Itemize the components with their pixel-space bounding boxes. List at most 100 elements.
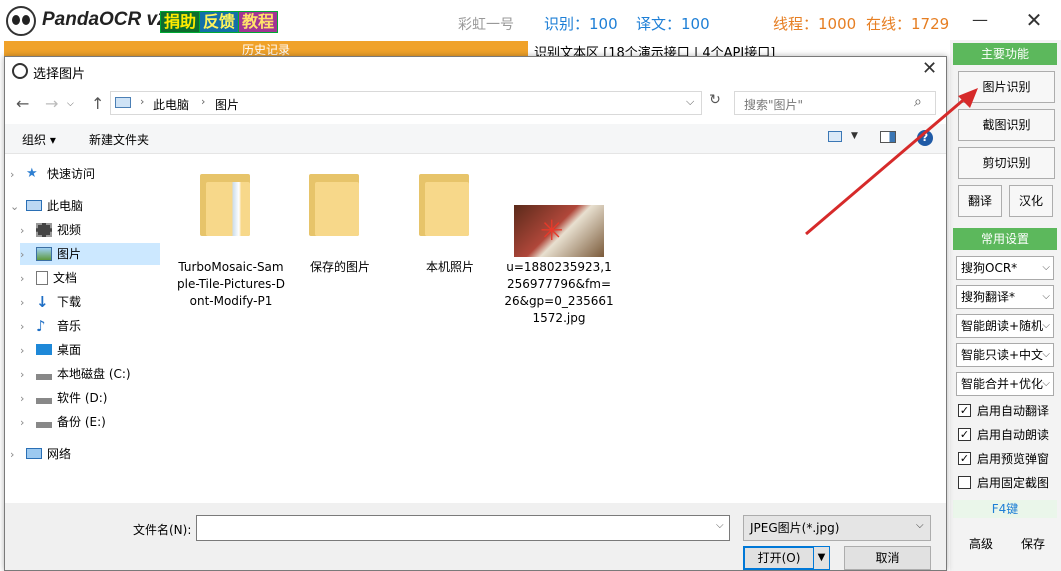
expand-chevron-icon[interactable]: › xyxy=(10,444,24,466)
chevron-down-icon: ⌵ xyxy=(1042,378,1050,389)
auto-translate-checkbox[interactable]: ✓ 启用自动翻译 xyxy=(958,402,1049,420)
expand-chevron-icon[interactable]: › xyxy=(20,340,34,362)
breadcrumb-pictures[interactable]: 图片 xyxy=(215,96,239,113)
filename-input[interactable] xyxy=(196,515,730,541)
help-icon[interactable]: ? xyxy=(917,130,933,146)
breadcrumb-chevron-icon[interactable]: › xyxy=(140,95,144,108)
filename-dropdown-icon[interactable]: ⌵ xyxy=(716,520,724,531)
fixed-screenshot-checkbox[interactable]: 启用固定截图 xyxy=(958,474,1049,492)
nav-music[interactable]: › ♪ 音乐 xyxy=(20,315,168,337)
nav-desktop[interactable]: › 桌面 xyxy=(20,339,168,361)
nav-drive-d[interactable]: › 软件 (D:) xyxy=(20,387,168,409)
thread-count: 线程：1000 xyxy=(773,15,857,33)
chinese-button[interactable]: 汉化 xyxy=(1009,185,1053,217)
minimize-button[interactable]: — xyxy=(953,0,1007,40)
tutorial-button[interactable]: 教程 xyxy=(238,11,279,33)
save-button[interactable]: 保存 xyxy=(1010,531,1056,557)
chevron-down-icon: ⌵ xyxy=(1042,262,1050,273)
screenshot-ocr-button[interactable]: 截图识别 xyxy=(958,109,1055,141)
preview-pane-icon[interactable] xyxy=(880,131,896,143)
expand-chevron-icon[interactable]: › xyxy=(20,316,34,338)
open-button[interactable]: 打开(O) xyxy=(743,546,815,570)
folder-icon[interactable] xyxy=(309,174,359,236)
drive-icon xyxy=(36,421,52,428)
nav-label: 此电脑 xyxy=(47,199,84,213)
nav-this-pc[interactable]: ⌄ 此电脑 xyxy=(10,195,158,217)
expand-chevron-icon[interactable]: › xyxy=(20,364,34,386)
folder-icon[interactable] xyxy=(419,174,469,236)
folder-icon[interactable] xyxy=(200,174,250,236)
chevron-down-icon[interactable]: ⌵ xyxy=(916,520,924,531)
music-icon: ♪ xyxy=(36,316,46,335)
auto-read-checkbox[interactable]: ✓ 启用自动朗读 xyxy=(958,426,1049,444)
chevron-down-icon: ⌵ xyxy=(1042,349,1050,360)
translate-button[interactable]: 翻译 xyxy=(958,185,1002,217)
clip-ocr-button[interactable]: 剪切识别 xyxy=(958,147,1055,179)
expand-chevron-icon[interactable]: › xyxy=(20,268,34,290)
expand-chevron-icon[interactable]: › xyxy=(20,244,34,266)
collapse-chevron-icon[interactable]: ⌄ xyxy=(10,196,24,218)
nav-label: 图片 xyxy=(57,247,82,261)
translate-engine-select[interactable]: 搜狗翻译* ⌵ xyxy=(956,285,1054,309)
donate-button[interactable]: 捐助 xyxy=(160,11,201,33)
cancel-button[interactable]: 取消 xyxy=(844,546,931,570)
computer-icon xyxy=(115,97,131,108)
expand-chevron-icon[interactable]: › xyxy=(20,388,34,410)
expand-chevron-icon[interactable]: › xyxy=(10,164,24,186)
read-mode-select[interactable]: 智能朗读+随机 ⌵ xyxy=(956,314,1054,338)
file-item-name[interactable]: u=1880235923,1256977796&fm=26&gp=0_23566… xyxy=(504,259,614,327)
forward-arrow-icon[interactable]: → xyxy=(45,94,58,113)
nav-pictures[interactable]: › 图片 xyxy=(20,243,160,265)
file-type-select[interactable]: JPEG图片(*.jpg) xyxy=(743,515,931,541)
address-dropdown-icon[interactable]: ⌵ xyxy=(686,95,694,109)
preview-popup-checkbox[interactable]: ✓ 启用预览弹窗 xyxy=(958,450,1049,468)
nav-label: 桌面 xyxy=(57,343,82,357)
breadcrumb-chevron-icon[interactable]: › xyxy=(201,95,205,108)
nav-label: 备份 (E:) xyxy=(57,415,106,429)
address-bar[interactable] xyxy=(110,91,702,115)
read-only-select[interactable]: 智能只读+中文 ⌵ xyxy=(956,343,1054,367)
hotkey-label[interactable]: F4键 xyxy=(953,500,1057,518)
recent-chevron-icon[interactable]: ⌵ xyxy=(67,99,74,109)
back-arrow-icon[interactable]: ← xyxy=(16,94,29,113)
nav-quick-access[interactable]: › ★ 快速访问 xyxy=(10,163,158,185)
network-icon xyxy=(26,448,42,459)
common-settings-header: 常用设置 xyxy=(953,228,1057,250)
refresh-icon[interactable]: ↻ xyxy=(705,92,725,114)
nav-network[interactable]: › 网络 xyxy=(10,443,158,465)
nav-documents[interactable]: › 文档 xyxy=(20,267,168,289)
file-item-name[interactable]: TurboMosaic-Sample-Tile-Pictures-Dont-Mo… xyxy=(176,259,286,310)
image-ocr-button[interactable]: 图片识别 xyxy=(958,71,1055,103)
ocr-engine-select[interactable]: 搜狗OCR* ⌵ xyxy=(956,256,1054,280)
open-dropdown-icon[interactable]: ▼ xyxy=(813,546,830,570)
merge-mode-select[interactable]: 智能合并+优化 ⌵ xyxy=(956,372,1054,396)
nav-downloads[interactable]: › ↓ 下载 xyxy=(20,291,168,313)
view-dropdown-icon[interactable]: ▼ xyxy=(851,131,858,141)
select-value: 搜狗OCR* xyxy=(961,261,1018,275)
feedback-button[interactable]: 反馈 xyxy=(199,11,240,33)
nav-label: 本地磁盘 (C:) xyxy=(57,367,131,381)
checkbox-label: 启用自动朗读 xyxy=(977,428,1050,442)
ocr-count: 识别：100 xyxy=(544,15,618,33)
nav-drive-c[interactable]: › 本地磁盘 (C:) xyxy=(20,363,168,385)
search-icon[interactable]: ⌕ xyxy=(914,94,922,110)
expand-chevron-icon[interactable]: › xyxy=(20,412,34,434)
drive-icon xyxy=(36,373,52,380)
view-icon[interactable] xyxy=(828,131,842,142)
expand-chevron-icon[interactable]: › xyxy=(20,292,34,314)
dialog-close-icon[interactable]: ✕ xyxy=(922,58,937,79)
checkbox-checked-icon: ✓ xyxy=(958,404,971,417)
panda-logo-icon xyxy=(6,6,36,36)
file-item-name[interactable]: 保存的图片 xyxy=(285,259,395,276)
expand-chevron-icon[interactable]: › xyxy=(20,220,34,242)
file-item-name[interactable]: 本机照片 xyxy=(395,259,505,276)
nav-label: 下载 xyxy=(57,295,82,309)
up-arrow-icon[interactable]: ↑ xyxy=(91,94,104,113)
new-folder-button[interactable]: 新建文件夹 xyxy=(89,131,149,148)
nav-drive-e[interactable]: › 备份 (E:) xyxy=(20,411,168,433)
organize-button[interactable]: 组织 ▾ xyxy=(22,131,56,148)
close-button[interactable]: ✕ xyxy=(1007,0,1061,40)
advanced-button[interactable]: 高级 xyxy=(958,531,1004,557)
breadcrumb-this-pc[interactable]: 此电脑 xyxy=(153,96,189,113)
nav-videos[interactable]: › 视频 xyxy=(20,219,168,241)
